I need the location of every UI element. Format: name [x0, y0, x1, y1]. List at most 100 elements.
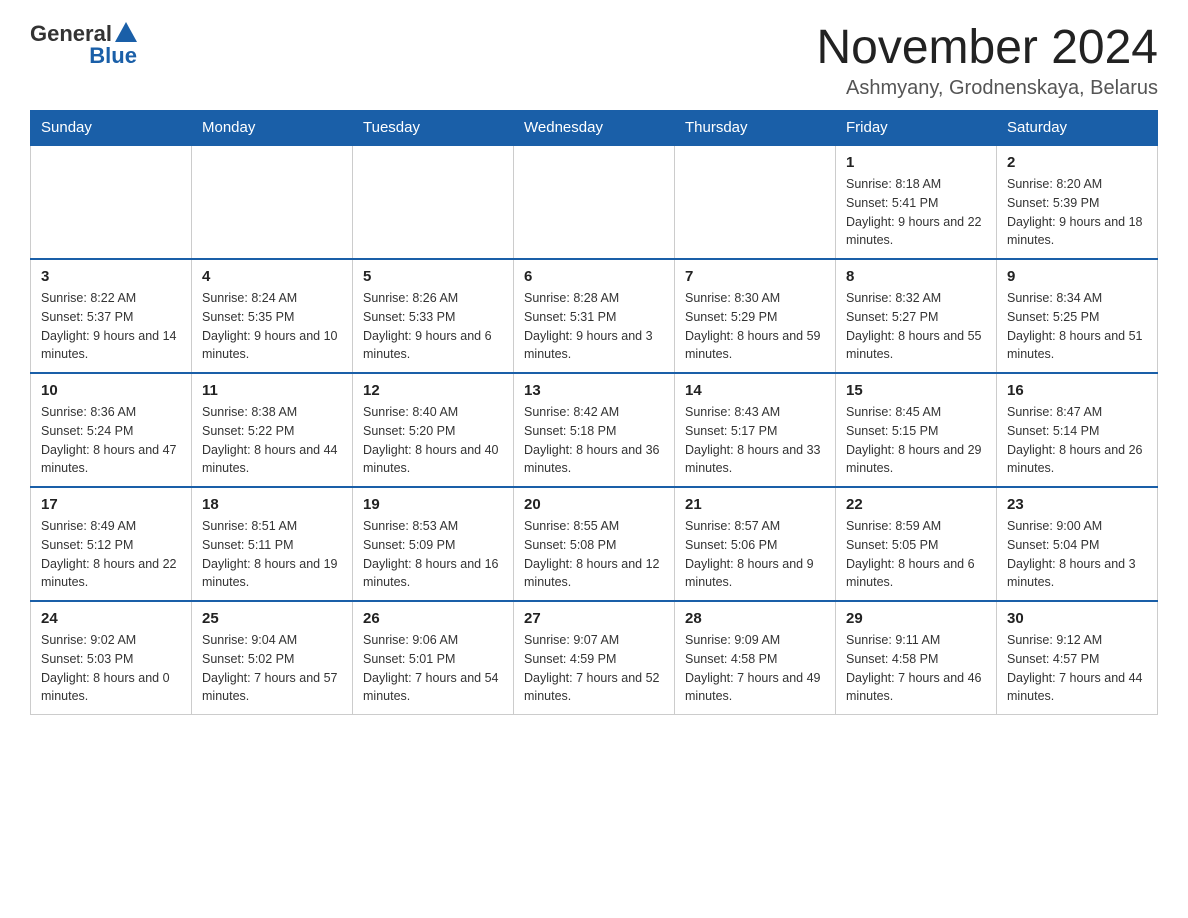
- day-cell: [353, 145, 514, 259]
- day-number: 30: [1007, 610, 1147, 627]
- col-thursday: Thursday: [675, 111, 836, 146]
- day-info: Sunrise: 8:59 AMSunset: 5:05 PMDaylight:…: [846, 517, 986, 592]
- day-number: 18: [202, 496, 342, 513]
- day-cell: 16 Sunrise: 8:47 AMSunset: 5:14 PMDaylig…: [997, 373, 1158, 487]
- day-cell: 25 Sunrise: 9:04 AMSunset: 5:02 PMDaylig…: [192, 601, 353, 715]
- day-info: Sunrise: 8:18 AMSunset: 5:41 PMDaylight:…: [846, 175, 986, 250]
- page-header: General Blue November 2024 Ashmyany, Gro…: [30, 20, 1158, 100]
- day-number: 17: [41, 496, 181, 513]
- logo-blue: Blue: [89, 43, 137, 69]
- day-info: Sunrise: 8:36 AMSunset: 5:24 PMDaylight:…: [41, 403, 181, 478]
- day-number: 9: [1007, 268, 1147, 285]
- day-info: Sunrise: 9:11 AMSunset: 4:58 PMDaylight:…: [846, 631, 986, 706]
- day-cell: [31, 145, 192, 259]
- day-number: 12: [363, 382, 503, 399]
- day-cell: 5 Sunrise: 8:26 AMSunset: 5:33 PMDayligh…: [353, 259, 514, 373]
- day-cell: 13 Sunrise: 8:42 AMSunset: 5:18 PMDaylig…: [514, 373, 675, 487]
- logo-triangle-icon: [115, 22, 137, 42]
- day-cell: 18 Sunrise: 8:51 AMSunset: 5:11 PMDaylig…: [192, 487, 353, 601]
- day-number: 16: [1007, 382, 1147, 399]
- day-number: 24: [41, 610, 181, 627]
- col-sunday: Sunday: [31, 111, 192, 146]
- day-cell: 3 Sunrise: 8:22 AMSunset: 5:37 PMDayligh…: [31, 259, 192, 373]
- day-info: Sunrise: 9:04 AMSunset: 5:02 PMDaylight:…: [202, 631, 342, 706]
- day-info: Sunrise: 8:43 AMSunset: 5:17 PMDaylight:…: [685, 403, 825, 478]
- day-cell: 14 Sunrise: 8:43 AMSunset: 5:17 PMDaylig…: [675, 373, 836, 487]
- week-row-2: 3 Sunrise: 8:22 AMSunset: 5:37 PMDayligh…: [31, 259, 1158, 373]
- day-info: Sunrise: 9:12 AMSunset: 4:57 PMDaylight:…: [1007, 631, 1147, 706]
- location-subtitle: Ashmyany, Grodnenskaya, Belarus: [816, 77, 1158, 100]
- day-info: Sunrise: 8:57 AMSunset: 5:06 PMDaylight:…: [685, 517, 825, 592]
- day-info: Sunrise: 8:55 AMSunset: 5:08 PMDaylight:…: [524, 517, 664, 592]
- day-info: Sunrise: 8:38 AMSunset: 5:22 PMDaylight:…: [202, 403, 342, 478]
- week-row-4: 17 Sunrise: 8:49 AMSunset: 5:12 PMDaylig…: [31, 487, 1158, 601]
- day-cell: 27 Sunrise: 9:07 AMSunset: 4:59 PMDaylig…: [514, 601, 675, 715]
- day-number: 20: [524, 496, 664, 513]
- day-number: 1: [846, 154, 986, 171]
- day-cell: 6 Sunrise: 8:28 AMSunset: 5:31 PMDayligh…: [514, 259, 675, 373]
- day-number: 19: [363, 496, 503, 513]
- day-number: 25: [202, 610, 342, 627]
- day-number: 22: [846, 496, 986, 513]
- calendar-header-row: Sunday Monday Tuesday Wednesday Thursday…: [31, 111, 1158, 146]
- day-info: Sunrise: 8:49 AMSunset: 5:12 PMDaylight:…: [41, 517, 181, 592]
- day-cell: 2 Sunrise: 8:20 AMSunset: 5:39 PMDayligh…: [997, 145, 1158, 259]
- day-info: Sunrise: 9:07 AMSunset: 4:59 PMDaylight:…: [524, 631, 664, 706]
- col-monday: Monday: [192, 111, 353, 146]
- day-info: Sunrise: 8:53 AMSunset: 5:09 PMDaylight:…: [363, 517, 503, 592]
- day-cell: [192, 145, 353, 259]
- day-number: 28: [685, 610, 825, 627]
- day-cell: 21 Sunrise: 8:57 AMSunset: 5:06 PMDaylig…: [675, 487, 836, 601]
- week-row-3: 10 Sunrise: 8:36 AMSunset: 5:24 PMDaylig…: [31, 373, 1158, 487]
- day-cell: 17 Sunrise: 8:49 AMSunset: 5:12 PMDaylig…: [31, 487, 192, 601]
- col-wednesday: Wednesday: [514, 111, 675, 146]
- day-info: Sunrise: 8:20 AMSunset: 5:39 PMDaylight:…: [1007, 175, 1147, 250]
- day-cell: 15 Sunrise: 8:45 AMSunset: 5:15 PMDaylig…: [836, 373, 997, 487]
- day-cell: 11 Sunrise: 8:38 AMSunset: 5:22 PMDaylig…: [192, 373, 353, 487]
- calendar-table: Sunday Monday Tuesday Wednesday Thursday…: [30, 110, 1158, 715]
- day-info: Sunrise: 9:06 AMSunset: 5:01 PMDaylight:…: [363, 631, 503, 706]
- day-number: 7: [685, 268, 825, 285]
- day-cell: 19 Sunrise: 8:53 AMSunset: 5:09 PMDaylig…: [353, 487, 514, 601]
- day-number: 2: [1007, 154, 1147, 171]
- day-info: Sunrise: 8:24 AMSunset: 5:35 PMDaylight:…: [202, 289, 342, 364]
- day-number: 29: [846, 610, 986, 627]
- day-cell: 20 Sunrise: 8:55 AMSunset: 5:08 PMDaylig…: [514, 487, 675, 601]
- day-info: Sunrise: 8:51 AMSunset: 5:11 PMDaylight:…: [202, 517, 342, 592]
- day-number: 21: [685, 496, 825, 513]
- day-info: Sunrise: 8:22 AMSunset: 5:37 PMDaylight:…: [41, 289, 181, 364]
- day-info: Sunrise: 8:30 AMSunset: 5:29 PMDaylight:…: [685, 289, 825, 364]
- day-number: 11: [202, 382, 342, 399]
- day-cell: 29 Sunrise: 9:11 AMSunset: 4:58 PMDaylig…: [836, 601, 997, 715]
- day-info: Sunrise: 8:28 AMSunset: 5:31 PMDaylight:…: [524, 289, 664, 364]
- col-saturday: Saturday: [997, 111, 1158, 146]
- day-cell: 9 Sunrise: 8:34 AMSunset: 5:25 PMDayligh…: [997, 259, 1158, 373]
- week-row-1: 1 Sunrise: 8:18 AMSunset: 5:41 PMDayligh…: [31, 145, 1158, 259]
- day-number: 3: [41, 268, 181, 285]
- day-info: Sunrise: 9:09 AMSunset: 4:58 PMDaylight:…: [685, 631, 825, 706]
- day-number: 8: [846, 268, 986, 285]
- day-cell: 8 Sunrise: 8:32 AMSunset: 5:27 PMDayligh…: [836, 259, 997, 373]
- day-number: 4: [202, 268, 342, 285]
- day-info: Sunrise: 8:40 AMSunset: 5:20 PMDaylight:…: [363, 403, 503, 478]
- day-cell: 4 Sunrise: 8:24 AMSunset: 5:35 PMDayligh…: [192, 259, 353, 373]
- day-cell: 1 Sunrise: 8:18 AMSunset: 5:41 PMDayligh…: [836, 145, 997, 259]
- day-info: Sunrise: 8:47 AMSunset: 5:14 PMDaylight:…: [1007, 403, 1147, 478]
- day-cell: 26 Sunrise: 9:06 AMSunset: 5:01 PMDaylig…: [353, 601, 514, 715]
- day-cell: 12 Sunrise: 8:40 AMSunset: 5:20 PMDaylig…: [353, 373, 514, 487]
- week-row-5: 24 Sunrise: 9:02 AMSunset: 5:03 PMDaylig…: [31, 601, 1158, 715]
- day-cell: 23 Sunrise: 9:00 AMSunset: 5:04 PMDaylig…: [997, 487, 1158, 601]
- day-number: 10: [41, 382, 181, 399]
- day-cell: 30 Sunrise: 9:12 AMSunset: 4:57 PMDaylig…: [997, 601, 1158, 715]
- day-info: Sunrise: 8:34 AMSunset: 5:25 PMDaylight:…: [1007, 289, 1147, 364]
- col-friday: Friday: [836, 111, 997, 146]
- day-number: 5: [363, 268, 503, 285]
- day-info: Sunrise: 9:00 AMSunset: 5:04 PMDaylight:…: [1007, 517, 1147, 592]
- day-cell: 24 Sunrise: 9:02 AMSunset: 5:03 PMDaylig…: [31, 601, 192, 715]
- day-number: 26: [363, 610, 503, 627]
- day-cell: [514, 145, 675, 259]
- day-number: 6: [524, 268, 664, 285]
- day-number: 23: [1007, 496, 1147, 513]
- day-info: Sunrise: 8:32 AMSunset: 5:27 PMDaylight:…: [846, 289, 986, 364]
- day-info: Sunrise: 9:02 AMSunset: 5:03 PMDaylight:…: [41, 631, 181, 706]
